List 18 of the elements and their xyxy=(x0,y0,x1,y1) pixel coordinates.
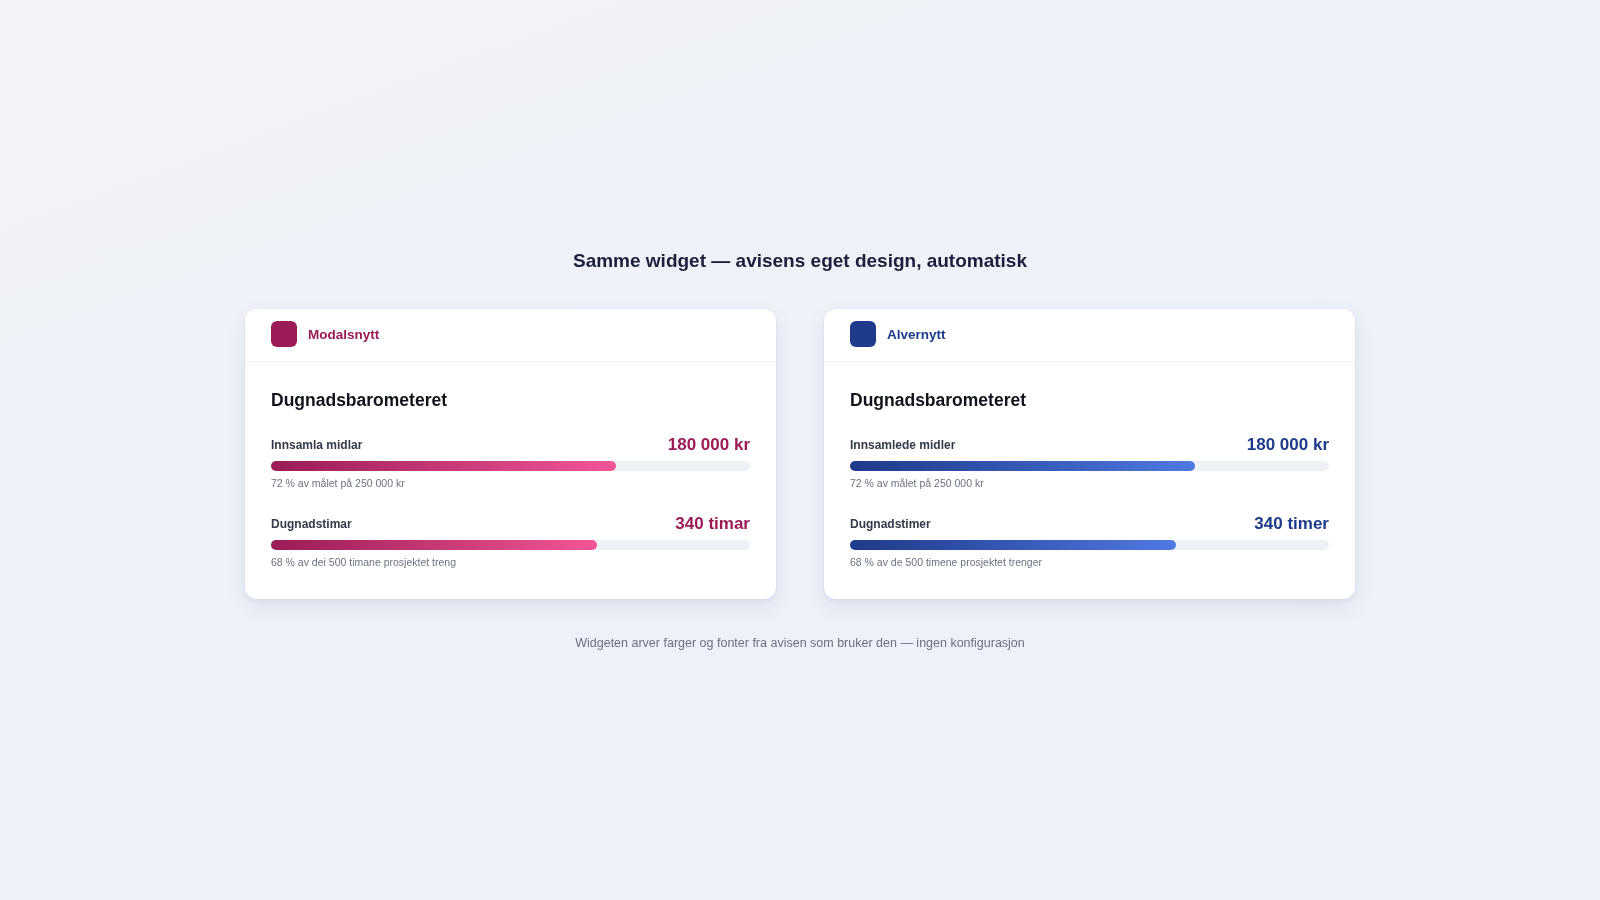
publication-name: Modalsnytt xyxy=(308,326,380,342)
metric-caption: 68 % av dei 500 timane prosjektet treng xyxy=(271,556,458,569)
page-title: Samme widget — avisens eget design, automatisk xyxy=(572,249,1027,273)
metric-value: 340 timar xyxy=(675,514,750,534)
metric-label: Dugnadstimar xyxy=(271,517,352,531)
metric-value: 180 000 kr xyxy=(667,435,750,455)
metric-label: Innsamla midlar xyxy=(271,438,363,452)
widget-title: Dugnadsbarometeret xyxy=(850,389,1027,411)
metric-label: Dugnadstimer xyxy=(850,517,931,531)
metric-value: 180 000 kr xyxy=(1246,435,1329,455)
publication-name: Alvernytt xyxy=(887,326,946,342)
metric-caption: 68 % av de 500 timene prosjektet trenger xyxy=(850,556,1044,569)
metric-caption: 72 % av målet på 250 000 kr xyxy=(271,477,406,490)
metric-label: Innsamlede midler xyxy=(850,438,956,452)
footnote: Widgeten arver farger og fonter fra avisen som bruker den — ingen konfigurasjon xyxy=(575,635,1025,651)
widget-title: Dugnadsbarometeret xyxy=(271,389,448,411)
metric-caption: 72 % av målet på 250 000 kr xyxy=(850,477,985,490)
metric-value: 340 timer xyxy=(1254,514,1329,534)
